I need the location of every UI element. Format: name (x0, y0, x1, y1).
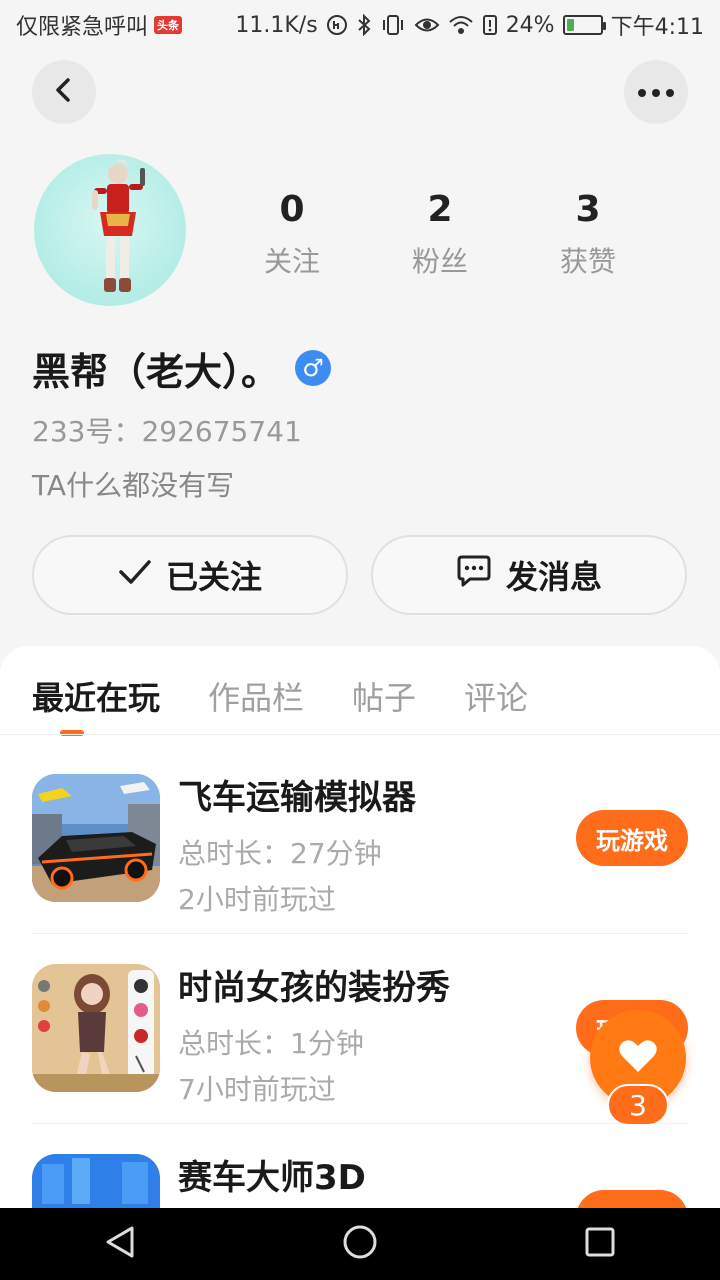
game-duration: 总时长：1分钟 (178, 1027, 364, 1060)
active-tab-indicator (60, 730, 84, 736)
avatar-character-image (92, 159, 145, 292)
game-title: 时尚女孩的装扮秀 (178, 968, 450, 1008)
triangle-back-icon (104, 1225, 136, 1263)
likes-label: 获赞 (559, 245, 616, 278)
alert-icon (482, 14, 498, 36)
male-gender-icon: ♂ (295, 350, 332, 386)
likes-count: 3 (575, 189, 601, 230)
tab-recently-played[interactable]: 最近在玩 (32, 673, 160, 719)
game-icon-fashion-girl (32, 964, 160, 1092)
circle-home-icon (342, 1224, 378, 1264)
username-row: 黑帮（老大）。 ♂ (32, 340, 332, 396)
user-bio: TA什么都没有写 (32, 469, 235, 502)
avatar[interactable] (34, 154, 186, 306)
fans-label: 粉丝 (411, 245, 468, 278)
tab-comments[interactable]: 评论 (464, 673, 528, 719)
nav-recents-button[interactable] (560, 1208, 640, 1280)
chevron-left-icon (50, 76, 78, 108)
stat-following[interactable]: 0 关注 (218, 188, 366, 280)
stat-fans[interactable]: 2 粉丝 (366, 188, 514, 280)
fans-count: 2 (427, 189, 453, 230)
network-speed: 11.1K/s (235, 12, 318, 38)
game-title: 赛车大师3D (178, 1158, 366, 1198)
carrier-text: 仅限紧急呼叫 (16, 15, 149, 40)
username: 黑帮（老大）。 (32, 349, 280, 394)
clock: 下午4:11 (610, 15, 704, 40)
nav-home-button[interactable] (320, 1208, 400, 1280)
nav-back-button[interactable] (80, 1208, 160, 1280)
followed-label: 已关注 (165, 558, 262, 596)
stat-likes[interactable]: 3 获赞 (514, 188, 662, 280)
back-button[interactable] (32, 60, 96, 124)
send-message-button[interactable]: 发消息 (371, 535, 687, 615)
square-recents-icon (584, 1226, 616, 1262)
tab-bar: 最近在玩 作品栏 帖子 评论 (32, 668, 528, 724)
battery-icon (562, 15, 606, 35)
wifi-icon (448, 14, 474, 36)
following-label: 关注 (263, 245, 320, 278)
play-game-button[interactable]: 玩游戏 (576, 810, 688, 866)
tabs-divider (0, 734, 720, 735)
content-panel: 最近在玩 作品栏 帖子 评论 飞车运输模拟器 总时长：27分钟 2小时前玩过 玩… (0, 646, 720, 1280)
more-dots-icon (636, 83, 676, 102)
game-title: 飞车运输模拟器 (178, 778, 416, 818)
tab-posts[interactable]: 帖子 (352, 673, 416, 719)
tab-works[interactable]: 作品栏 (208, 673, 304, 719)
eye-icon (414, 14, 440, 36)
system-nav-bar (0, 1208, 720, 1280)
profile-stats: 0 关注 2 粉丝 3 获赞 (218, 188, 662, 280)
chat-bubble-icon (456, 554, 492, 596)
user-id: 233号：292675741 (32, 415, 302, 448)
heart-icon (618, 1038, 658, 1078)
battery-fill (566, 19, 575, 31)
bluetooth-icon (356, 14, 372, 36)
followed-button[interactable]: 已关注 (32, 535, 348, 615)
game-duration: 总时长：27分钟 (178, 837, 382, 870)
toutiao-badge: 头条 (154, 16, 183, 34)
status-bar: 仅限紧急呼叫 头条 11.1K/s 24% 下午4:11 (0, 0, 720, 50)
game-row[interactable]: 飞车运输模拟器 总时长：27分钟 2小时前玩过 玩游戏 (32, 744, 688, 934)
like-count-badge: 3 (607, 1084, 669, 1126)
vibrate-icon (380, 14, 406, 36)
game-last-played: 7小时前玩过 (178, 1073, 336, 1106)
send-message-label: 发消息 (505, 558, 602, 596)
checkmark-icon (118, 556, 152, 594)
battery-percent: 24% (505, 12, 555, 38)
following-count: 0 (279, 189, 305, 230)
data-saver-icon (326, 14, 348, 36)
more-options-button[interactable] (624, 60, 688, 124)
game-last-played: 2小时前玩过 (178, 883, 336, 916)
game-row[interactable]: 时尚女孩的装扮秀 总时长：1分钟 7小时前玩过 玩游戏 (32, 934, 688, 1124)
game-icon-flying-car (32, 774, 160, 902)
